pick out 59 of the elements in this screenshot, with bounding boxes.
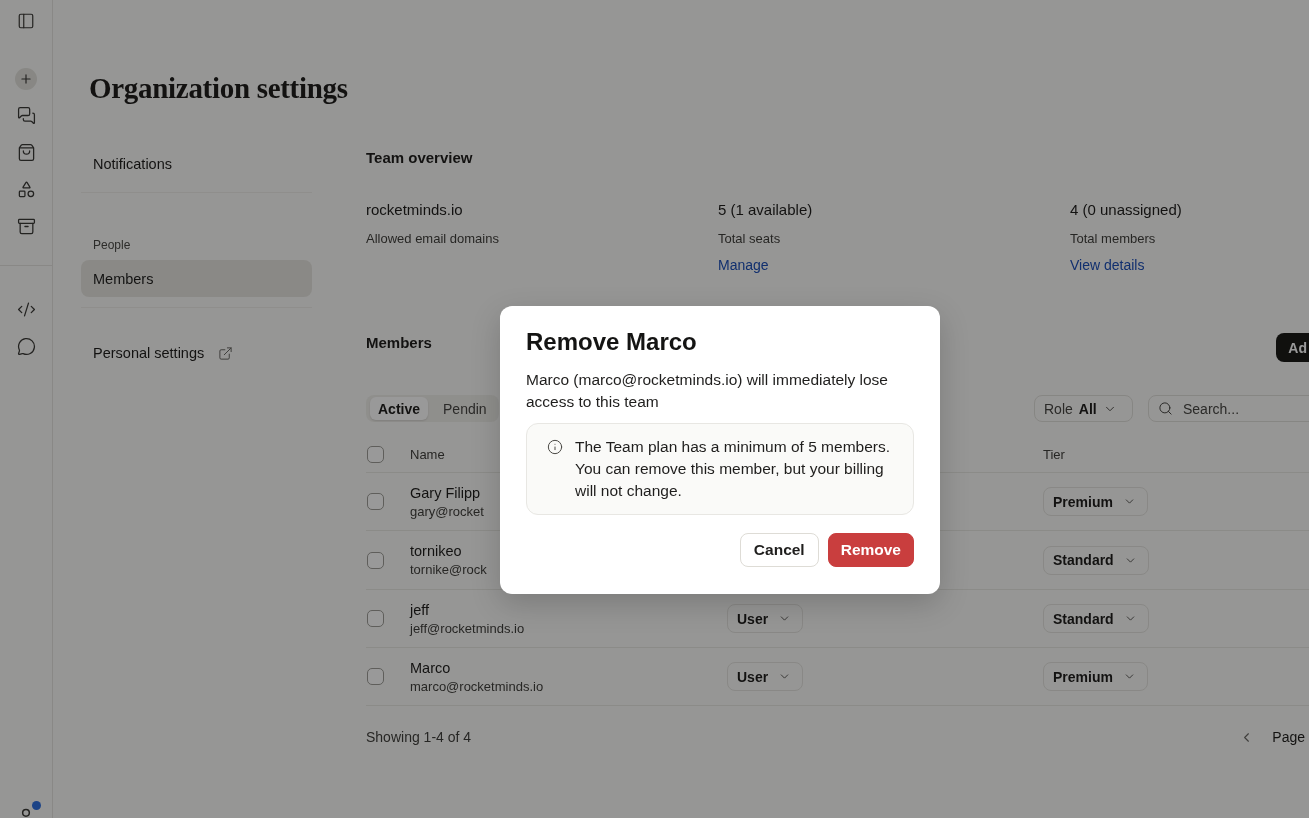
tier-dropdown[interactable]: Premium [1043,662,1148,691]
member-name: tornikeo [410,542,462,561]
sidebar-toggle-icon[interactable] [17,11,35,30]
tier-dropdown[interactable]: Premium [1043,487,1148,516]
member-email: tornike@rock [410,561,487,578]
stat-label: Total seats [718,230,781,248]
dialog-message: Marco (marco@rocketminds.io) will immediately lose access to this team [526,370,889,412]
chat-bubble-icon[interactable] [16,337,36,356]
info-icon [547,439,563,455]
stat-label: Allowed email domains [366,230,499,248]
stat-value: rocketminds.io [366,200,463,220]
role-filter[interactable]: Role All [1034,395,1133,422]
chat-bubbles-icon[interactable] [16,106,36,125]
column-header: Tier [1043,447,1065,462]
nav-item[interactable]: Notifications [81,146,312,182]
nav-item[interactable]: Personal settings [81,335,312,371]
member-name: Marco [410,658,451,678]
member-name: Gary Filipp [410,483,481,503]
notice-text: The Team plan has a minimum of 5 members. You can remove this member, but your billing will not change. [575,437,891,501]
section-title: Team overview [366,148,474,168]
external-link-icon [218,345,234,361]
stat-link[interactable]: Manage [718,255,769,275]
stat-value: 4 (0 unassigned) [1070,200,1182,220]
member-email: marco@rocketminds.io [410,677,544,695]
tier-dropdown[interactable]: Standard [1043,604,1149,633]
shapes-icon[interactable] [16,180,36,199]
role-dropdown[interactable]: User [727,662,804,691]
search-icon [1158,401,1173,416]
page-title: Organization settings [89,71,348,106]
archive-icon[interactable] [16,217,36,236]
row-checkbox[interactable] [367,551,384,569]
stat-label: Total members [1070,230,1156,248]
section-title: Members [366,333,432,353]
member-name: jeff [410,600,430,620]
code-icon[interactable] [16,300,36,319]
remove-button[interactable]: Remove [827,533,914,567]
stat-link[interactable]: View details [1070,255,1145,275]
results-count: Showing 1-4 of 4 [366,729,472,745]
add-button[interactable]: Ad [1276,333,1309,362]
cancel-button[interactable]: Cancel [739,533,819,567]
plus-icon[interactable] [15,67,37,90]
tab[interactable]: Active [370,397,429,420]
dialog-title: Remove Marco [526,327,697,357]
role-dropdown[interactable]: User [727,604,804,633]
search-field[interactable]: Search... [1148,395,1309,422]
select-all-checkbox[interactable] [367,446,384,463]
tab[interactable]: Pendin [435,397,495,420]
bag-icon[interactable] [16,143,36,162]
row-checkbox[interactable] [367,610,384,627]
page-label: Page [1272,729,1305,745]
member-email: jeff@rocketminds.io [410,619,525,637]
nav-item[interactable]: Members [81,260,312,297]
column-header: Name [410,447,445,462]
tier-dropdown[interactable]: Standard [1043,545,1149,575]
member-email: gary@rocket [410,502,484,520]
stat-value: 5 (1 available) [718,200,813,220]
nav-section-heading: People [92,237,132,253]
row-checkbox[interactable] [367,493,384,510]
row-checkbox[interactable] [367,668,384,685]
